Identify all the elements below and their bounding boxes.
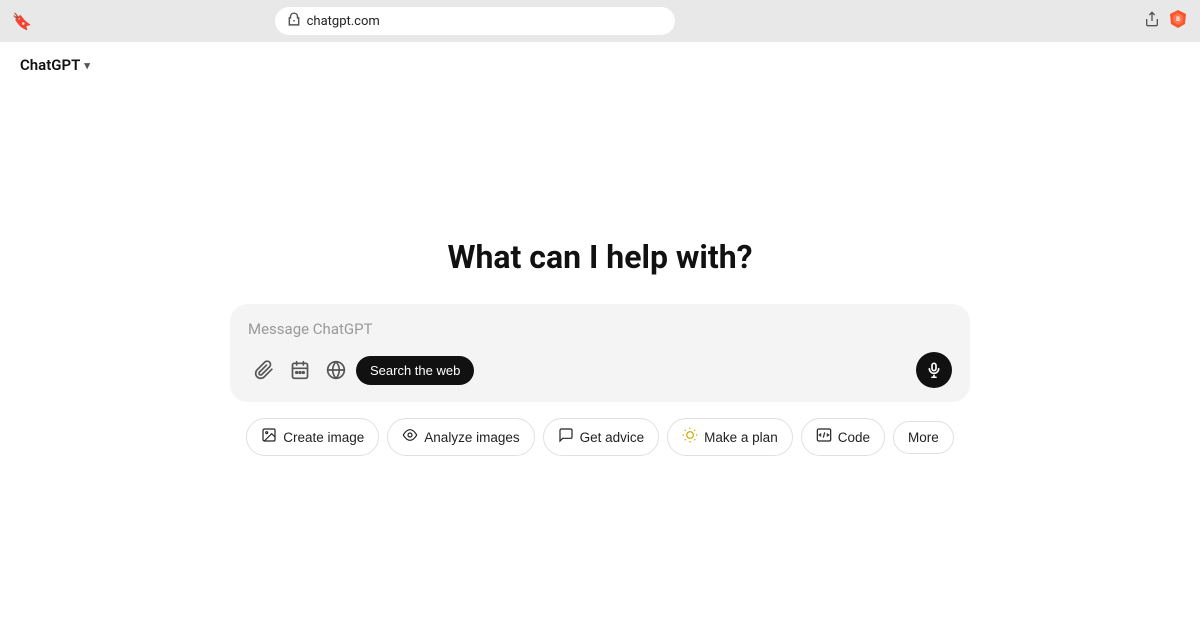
- code-label: Code: [838, 430, 870, 445]
- more-label: More: [908, 430, 939, 445]
- globe-button[interactable]: [320, 354, 352, 386]
- quick-btn-make-plan[interactable]: Make a plan: [667, 418, 793, 456]
- attach-button[interactable]: [248, 354, 280, 386]
- quick-btn-more[interactable]: More: [893, 421, 954, 454]
- analyze-images-icon: [402, 427, 418, 447]
- url-security-icon: [287, 12, 301, 30]
- message-placeholder[interactable]: Message ChatGPT: [248, 320, 952, 338]
- main-content: What can I help with? Message ChatGPT: [0, 88, 1200, 626]
- url-bar[interactable]: chatgpt.com: [275, 7, 675, 35]
- app-title-text: ChatGPT: [20, 56, 80, 74]
- main-headline: What can I help with?: [447, 238, 752, 276]
- browser-actions: B: [1144, 9, 1188, 34]
- analyze-images-label: Analyze images: [424, 430, 519, 445]
- create-image-label: Create image: [283, 430, 364, 445]
- brave-icon: B: [1168, 9, 1188, 34]
- quick-btn-create-image[interactable]: Create image: [246, 418, 379, 456]
- code-icon: [816, 427, 832, 447]
- app-title-button[interactable]: ChatGPT ▾: [20, 56, 90, 74]
- tools-button[interactable]: [284, 354, 316, 386]
- bookmark-icon[interactable]: 🔖: [12, 12, 32, 31]
- search-web-button[interactable]: Search the web: [356, 356, 474, 385]
- app-header: ChatGPT ▾: [0, 42, 1200, 88]
- chat-input-container: Message ChatGPT: [230, 304, 970, 402]
- get-advice-label: Get advice: [580, 430, 645, 445]
- make-plan-icon: [682, 427, 698, 447]
- browser-bar: 🔖 chatgpt.com B: [0, 0, 1200, 42]
- chevron-down-icon: ▾: [84, 59, 90, 72]
- url-text: chatgpt.com: [307, 14, 380, 29]
- mic-button[interactable]: [916, 352, 952, 388]
- svg-text:B: B: [1176, 16, 1180, 23]
- make-plan-label: Make a plan: [704, 430, 778, 445]
- get-advice-icon: [558, 427, 574, 447]
- quick-btn-analyze-images[interactable]: Analyze images: [387, 418, 534, 456]
- create-image-icon: [261, 427, 277, 447]
- quick-btn-get-advice[interactable]: Get advice: [543, 418, 660, 456]
- quick-btn-code[interactable]: Code: [801, 418, 885, 456]
- quick-actions: Create image Analyze images Get advice: [246, 418, 954, 456]
- search-web-label: Search the web: [370, 363, 460, 378]
- input-toolbar: Search the web: [248, 352, 952, 388]
- share-icon[interactable]: [1144, 11, 1160, 31]
